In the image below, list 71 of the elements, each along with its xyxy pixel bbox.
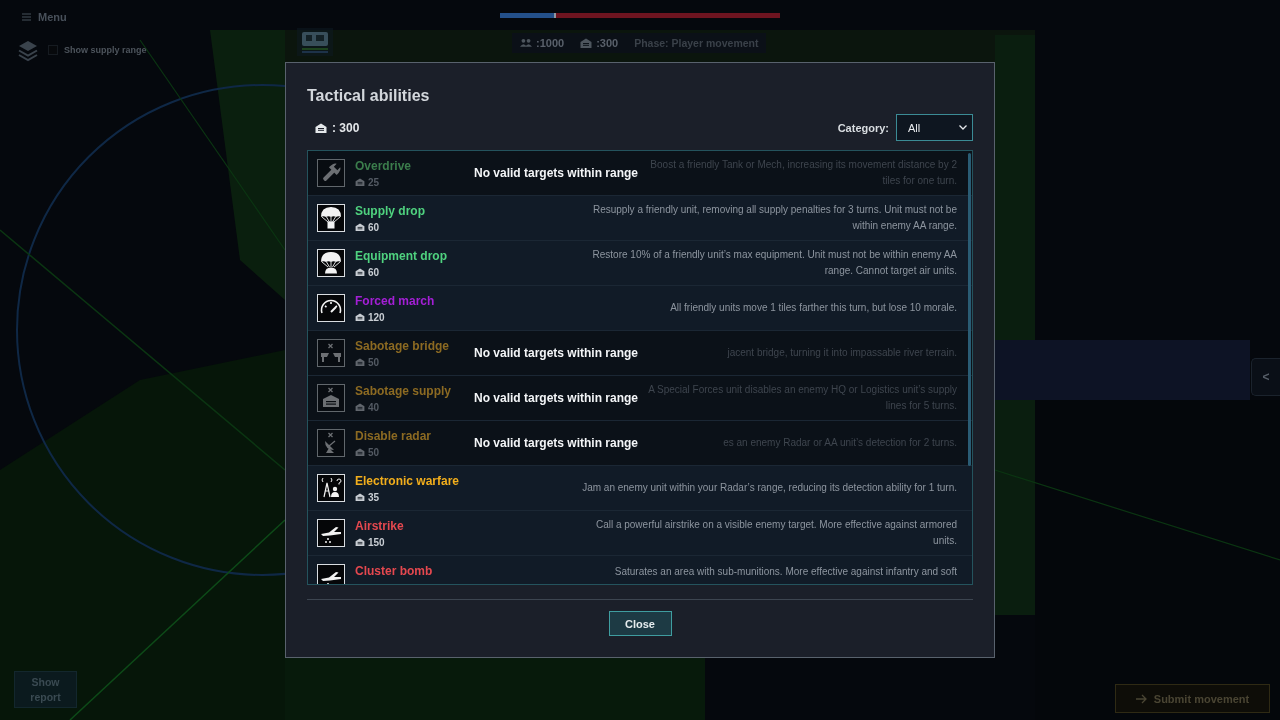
ability-name: Supply drop — [355, 204, 425, 218]
garage-icon — [355, 268, 365, 276]
garage-x-icon — [317, 384, 345, 412]
budget-amount: : 300 — [332, 120, 360, 135]
parachute-crate-icon — [317, 249, 345, 277]
garage-icon — [355, 493, 365, 501]
ability-name: Sabotage supply — [355, 384, 452, 398]
satellite-dish-icon — [317, 429, 345, 457]
garage-icon — [355, 223, 365, 231]
ability-cost: 50 — [368, 356, 380, 368]
ability-cost: 150 — [368, 536, 385, 548]
ability-row[interactable]: Electronic warfare 35 Jam an enemy unit within your Radar’s range, reducing its detection ability for 1 turn. — [308, 466, 972, 511]
ability-cost: 60 — [368, 266, 380, 278]
unavailable-notice: No valid targets within range — [474, 435, 639, 451]
resource-count: :300 — [596, 37, 619, 49]
ability-description: Jam an enemy unit within your Radar’s range, reducing its detection ability for 1 turn. — [582, 481, 957, 495]
broken-bridge-icon — [317, 339, 345, 367]
layers-icon[interactable] — [18, 40, 38, 62]
scrollbar[interactable] — [968, 153, 971, 466]
ability-cost: 60 — [368, 221, 380, 233]
resource-count: :1000 — [536, 37, 565, 49]
ability-cost: 120 — [368, 311, 385, 323]
gauge-icon — [317, 294, 345, 322]
ability-row[interactable]: Supply drop 60 Resupply a friendly unit, removing all supply penalties for 3 turns. Unit must not be within enemy AA range. — [308, 196, 972, 241]
ability-cost: 25 — [368, 176, 380, 188]
ability-row[interactable]: Equipment drop 60 Restore 10% of a friendly unit’s max equipment. Unit must not be within enemy AA range. Cannot target air units. — [308, 241, 972, 286]
garage-icon — [355, 448, 365, 456]
ability-row[interactable]: Airstrike 150 Call a powerful airstrike on a visible enemy target. More effective against armored units. — [308, 511, 972, 556]
garage-icon — [355, 538, 365, 546]
people-icon — [520, 38, 532, 48]
category-select[interactable]: All — [896, 114, 973, 141]
jet-icon — [317, 519, 345, 547]
checkbox-label: Show supply range — [64, 45, 147, 55]
ability-description: Restore 10% of a friendly unit’s max equipment. Unit must not be within enemy AA range. Cannot target air units. — [591, 248, 957, 278]
ability-name: Airstrike — [355, 519, 404, 533]
unavailable-notice: No valid targets within range — [474, 345, 639, 361]
garage-icon — [355, 178, 365, 186]
ability-name: Sabotage bridge — [355, 339, 449, 353]
ability-name: Cluster bomb — [355, 564, 433, 578]
category-label: Category: — [837, 121, 889, 134]
dialog-title: Tactical abilities — [307, 86, 431, 106]
ability-name: Overdrive — [355, 159, 412, 173]
menu-icon — [22, 12, 31, 21]
unavailable-notice: No valid targets within range — [474, 165, 639, 181]
ability-description: Resupply a friendly unit, removing all supply penalties for 3 turns. Unit must not be within enemy AA range. — [591, 203, 957, 233]
chevron-down-icon — [959, 125, 967, 130]
ability-cost: 40 — [368, 401, 380, 413]
ability-row[interactable]: Forced march 120 All friendly units move 1 tiles farther this turn, but lose 10 morale. — [308, 286, 972, 331]
garage-icon — [355, 358, 365, 366]
ability-description: Saturates an area with sub-munitions. More effective against infantry and soft — [614, 565, 957, 579]
ability-description: All friendly units move 1 tiles farther this turn, but lose 10 morale. — [670, 301, 957, 315]
garage-icon — [355, 313, 365, 321]
ability-name: Disable radar — [355, 429, 432, 443]
unit-marker-icon[interactable] — [297, 28, 333, 56]
close-button[interactable]: Close — [608, 611, 672, 636]
garage-icon — [580, 38, 593, 48]
ability-name: Electronic warfare — [355, 474, 460, 488]
garage-icon — [355, 403, 365, 411]
ability-cost: 50 — [368, 446, 380, 458]
wrench-icon — [317, 159, 345, 187]
jet-icon — [317, 564, 345, 584]
ability-cost: 35 — [368, 491, 380, 503]
ability-name: Equipment drop — [355, 249, 447, 263]
garage-icon — [315, 122, 327, 133]
unavailable-notice: No valid targets within range — [474, 390, 639, 406]
ability-description: Call a powerful airstrike on a visible enemy target. More effective against armored units. — [594, 518, 957, 548]
arrow-right-icon — [1135, 693, 1148, 704]
ability-row[interactable]: Cluster bomb Saturates an area with sub-munitions. More effective against infantry and soft — [308, 556, 972, 584]
radio-tower-icon — [317, 474, 345, 502]
parachute-icon — [317, 204, 345, 232]
ability-name: Forced march — [355, 294, 435, 308]
